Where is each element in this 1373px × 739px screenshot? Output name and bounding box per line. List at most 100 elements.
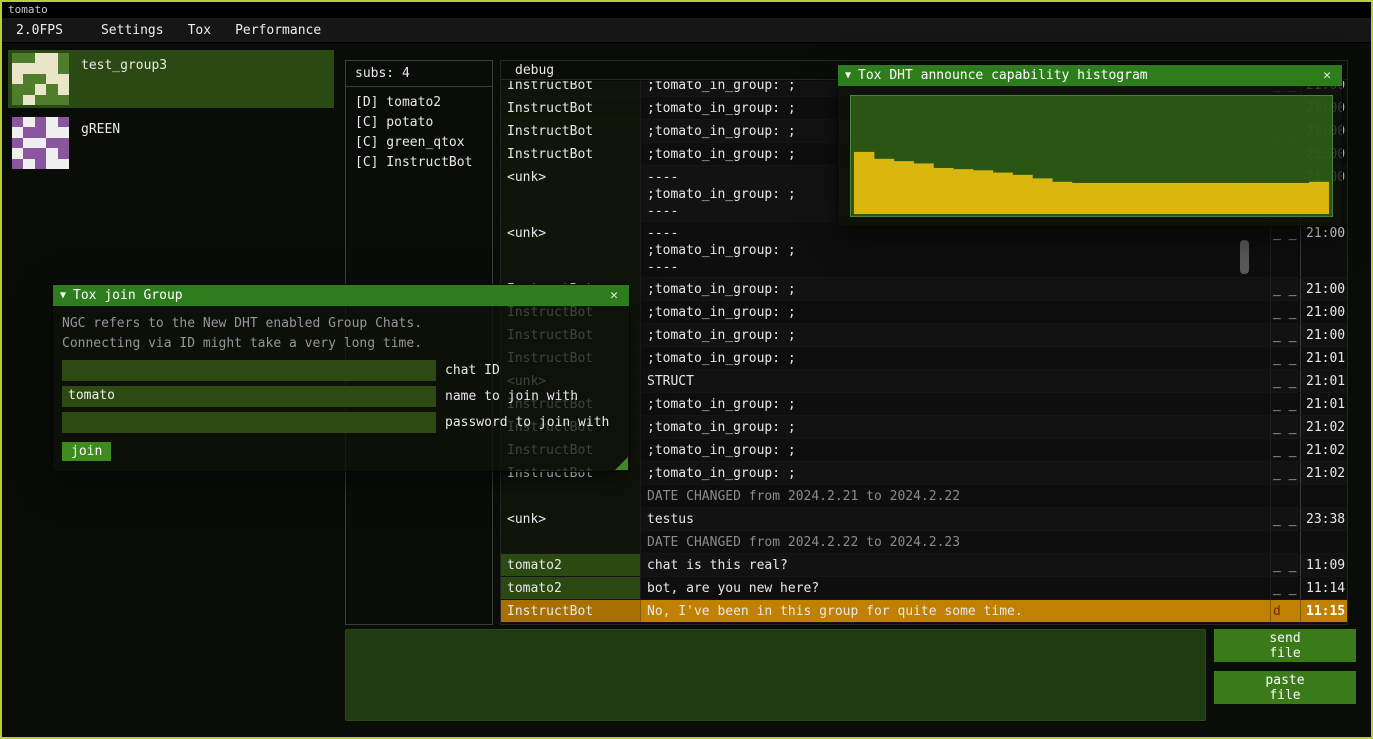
message-time: 21:00 bbox=[1300, 222, 1347, 277]
menu-item-tox[interactable]: Tox bbox=[176, 20, 223, 41]
resize-grip[interactable] bbox=[615, 457, 628, 470]
message-text: chat is this real? bbox=[641, 554, 1270, 576]
join-description-line2: Connecting via ID might take a very long… bbox=[62, 334, 620, 354]
message-time bbox=[1300, 485, 1347, 507]
sender-name: <unk> bbox=[501, 222, 641, 277]
group-list: test_group3 gREEN bbox=[8, 50, 334, 178]
join-fields: chat IDtomatoname to join withpassword t… bbox=[62, 360, 620, 433]
dht-histogram-plot[interactable] bbox=[850, 95, 1333, 217]
group-item-test-group3[interactable]: test_group3 bbox=[8, 50, 334, 108]
dht-histogram-title: Tox DHT announce capability histogram bbox=[858, 68, 1148, 83]
sender-name bbox=[501, 531, 641, 553]
subs-list-item[interactable]: [C] potato bbox=[355, 113, 483, 133]
message-flags: _ _ bbox=[1270, 462, 1300, 484]
join-field-row: chat ID bbox=[62, 360, 620, 381]
subs-list-item[interactable]: [D] tomato2 bbox=[355, 93, 483, 113]
subs-list-item[interactable]: [C] InstructBot bbox=[355, 153, 483, 173]
message-flags: _ _ bbox=[1270, 439, 1300, 461]
chat-row[interactable]: InstructBotNo, I've been in this group f… bbox=[501, 600, 1347, 623]
chat-scrollbar[interactable] bbox=[1240, 240, 1249, 274]
sender-name: <unk> bbox=[501, 166, 641, 221]
message-time: 23:38 bbox=[1300, 508, 1347, 530]
subs-list: [D] tomato2[C] potato[C] green_qtox[C] I… bbox=[355, 93, 483, 173]
sender-name: InstructBot bbox=[501, 600, 641, 622]
histogram-bars bbox=[854, 99, 1329, 214]
menu-item-performance[interactable]: Performance bbox=[223, 20, 333, 41]
message-time: 21:02 bbox=[1300, 416, 1347, 438]
message-time: 21:01 bbox=[1300, 347, 1347, 369]
join-button[interactable]: join bbox=[62, 442, 111, 461]
message-flags: _ _ bbox=[1270, 347, 1300, 369]
message-text: STRUCT bbox=[641, 370, 1270, 392]
join-group-window: ▼ Tox join Group ✕ NGC refers to the New… bbox=[52, 284, 630, 472]
message-text: ;tomato_in_group: ; bbox=[641, 324, 1270, 346]
join-description-line1: NGC refers to the New DHT enabled Group … bbox=[62, 314, 620, 334]
message-text: No, I've been in this group for quite so… bbox=[641, 600, 1270, 622]
message-flags: _ _ bbox=[1270, 324, 1300, 346]
collapse-icon[interactable]: ▼ bbox=[60, 290, 66, 301]
join-group-body: NGC refers to the New DHT enabled Group … bbox=[53, 306, 629, 469]
message-time: 11:15 bbox=[1300, 600, 1347, 622]
chat-id-label: chat ID bbox=[436, 363, 500, 378]
tab-debug[interactable]: debug bbox=[515, 63, 554, 78]
group-item-green[interactable]: gREEN bbox=[8, 114, 334, 172]
join-group-title: Tox join Group bbox=[73, 288, 183, 303]
message-text: testus bbox=[641, 508, 1270, 530]
message-text: ---- ;tomato_in_group: ; ---- bbox=[641, 222, 1270, 277]
message-text: ;tomato_in_group: ; bbox=[641, 462, 1270, 484]
message-flags bbox=[1270, 531, 1300, 553]
message-text: DATE CHANGED from 2024.2.21 to 2024.2.22 bbox=[641, 485, 1270, 507]
message-flags: _ _ bbox=[1270, 577, 1300, 599]
message-time: 21:02 bbox=[1300, 462, 1347, 484]
message-text: ;tomato_in_group: ; bbox=[641, 393, 1270, 415]
join-field-row: password to join with bbox=[62, 412, 620, 433]
join-field-row: tomatoname to join with bbox=[62, 386, 620, 407]
subs-count-label: subs: 4 bbox=[355, 66, 483, 81]
menu-bar: 2.0FPSSettingsToxPerformance bbox=[2, 18, 1371, 43]
chat-row[interactable]: tomato2chat is this real?_ _11:09 bbox=[501, 554, 1347, 577]
app-window: tomato 2.0FPSSettingsToxPerformance test… bbox=[0, 0, 1373, 739]
message-text: ;tomato_in_group: ; bbox=[641, 301, 1270, 323]
sender-name: InstructBot bbox=[501, 120, 641, 142]
sender-name: <unk> bbox=[501, 508, 641, 530]
message-time: 11:09 bbox=[1300, 554, 1347, 576]
chat-row[interactable]: <unk>---- ;tomato_in_group: ; ----_ _21:… bbox=[501, 222, 1347, 278]
close-icon[interactable]: ✕ bbox=[606, 288, 622, 303]
subs-list-item[interactable]: [C] green_qtox bbox=[355, 133, 483, 153]
message-time: 21:00 bbox=[1300, 301, 1347, 323]
chat-row[interactable]: DATE CHANGED from 2024.2.21 to 2024.2.22 bbox=[501, 485, 1347, 508]
divider bbox=[346, 86, 492, 87]
group-name: test_group3 bbox=[81, 58, 167, 73]
message-time bbox=[1300, 531, 1347, 553]
group-avatar bbox=[12, 117, 69, 169]
password-to-join-with-input[interactable] bbox=[62, 412, 436, 433]
sender-name: InstructBot bbox=[501, 97, 641, 119]
chat-row[interactable]: <unk>testus_ _23:38 bbox=[501, 508, 1347, 531]
sender-name bbox=[501, 485, 641, 507]
sender-name: tomato2 bbox=[501, 554, 641, 576]
collapse-icon[interactable]: ▼ bbox=[845, 70, 851, 81]
group-avatar bbox=[12, 53, 69, 105]
name-to-join-with-input[interactable]: tomato bbox=[62, 386, 436, 407]
message-time: 21:01 bbox=[1300, 393, 1347, 415]
message-flags: _ _ bbox=[1270, 416, 1300, 438]
message-flags: _ _ bbox=[1270, 393, 1300, 415]
chat-row[interactable]: DATE CHANGED from 2024.2.22 to 2024.2.23 bbox=[501, 531, 1347, 554]
join-group-titlebar: ▼ Tox join Group ✕ bbox=[53, 285, 629, 306]
menu-item-settings[interactable]: Settings bbox=[89, 20, 176, 41]
message-input[interactable] bbox=[345, 629, 1206, 721]
paste-file-button[interactable]: paste file bbox=[1214, 671, 1356, 704]
send-file-button[interactable]: send file bbox=[1214, 629, 1356, 662]
dht-histogram-window: ▼ Tox DHT announce capability histogram … bbox=[837, 64, 1343, 227]
chat-row[interactable]: tomato2bot, are you new here?_ _11:14 bbox=[501, 577, 1347, 600]
message-text: bot, are you new here? bbox=[641, 577, 1270, 599]
message-flags: d bbox=[1270, 600, 1300, 622]
message-flags bbox=[1270, 485, 1300, 507]
message-text: DATE CHANGED from 2024.2.22 to 2024.2.23 bbox=[641, 531, 1270, 553]
message-time: 21:02 bbox=[1300, 439, 1347, 461]
close-icon[interactable]: ✕ bbox=[1319, 68, 1335, 83]
message-flags: _ _ bbox=[1270, 278, 1300, 300]
name-to-join-with-label: name to join with bbox=[436, 389, 578, 404]
message-flags: _ _ bbox=[1270, 222, 1300, 277]
chat-id-input[interactable] bbox=[62, 360, 436, 381]
